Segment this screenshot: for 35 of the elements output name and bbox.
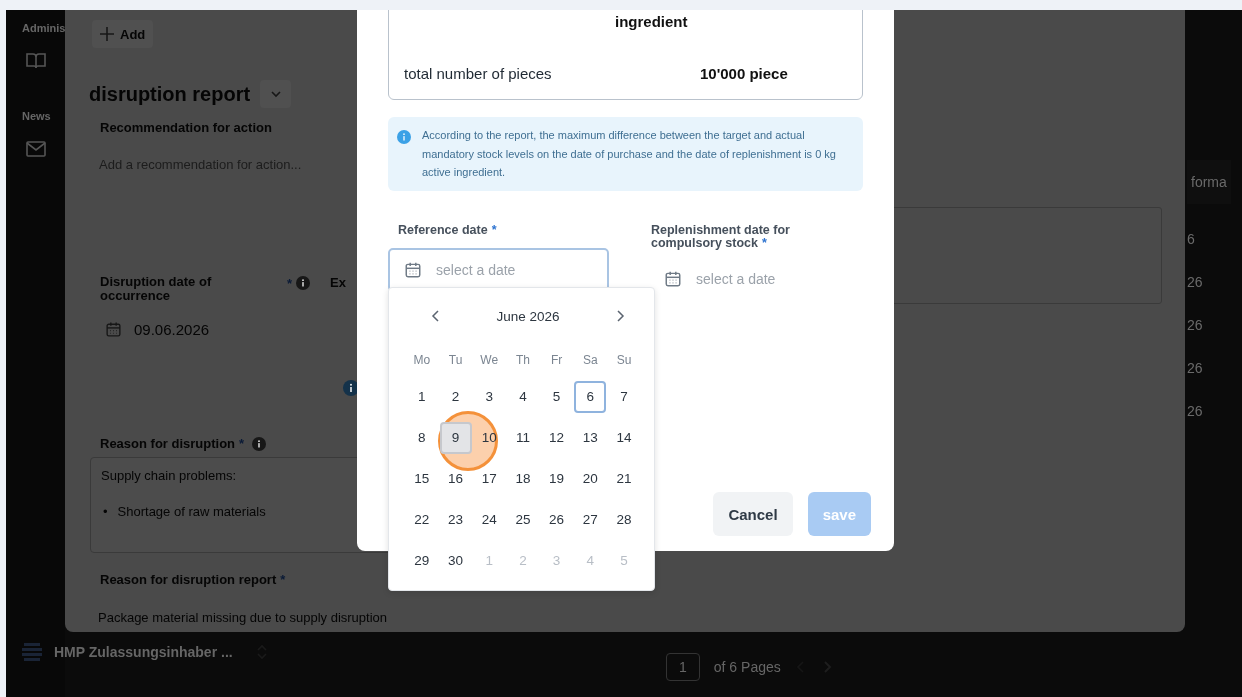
weekday-label: Fr [549,352,564,369]
weekday-label: Su [615,352,633,369]
field-label: Reason for disruption [99,436,236,451]
weekday-label: Sa [581,352,599,369]
required-mark: * [287,275,293,291]
weekday-label: Tu [447,352,464,369]
section-title: disruption report [89,82,251,106]
required-mark: * [280,572,286,587]
summary-label: total number of pieces [404,64,553,82]
info-text: According to the report, the maximum difference between the target and actual mandatory stock levels on the date of purchase and the date of replenishment is 0 kg active ingredient. [422,129,836,178]
table-cell: 26 [1187,274,1203,290]
bullet-mark: • [103,504,108,519]
sidebar-section-title: Adminis [22,22,65,34]
table-cell: 26 [1187,360,1203,376]
required-mark: * [239,436,245,451]
weekday-label: Mo [412,352,432,369]
weekday-label: We [479,352,500,369]
month-title: June 2026 [496,308,560,324]
weekday-label: Th [514,352,531,369]
table-cell: 26 [1187,317,1203,333]
text-line: Supply chain problems: [101,468,237,483]
summary-value: 10'000 piece [699,64,789,82]
field-label: Ex [330,275,346,292]
field-label: Disruption date of occurrence [100,275,213,303]
field-label: Replenishment date for compulsory stock * [651,223,791,250]
table-cell: 6 [1187,231,1195,247]
table-cell: forma [1187,160,1231,204]
page-count: of 6 Pages [713,659,781,675]
text-line: Shortage of raw materials [117,504,266,519]
field-value: Package material missing due to supply disruption [97,610,389,625]
field-label: Reason for disruption report [99,572,277,587]
field-label: Reference date * [397,223,498,237]
summary-value: ingredient [615,12,689,30]
sidebar-section-title: News [22,110,52,122]
table-cell: 26 [1187,403,1203,419]
